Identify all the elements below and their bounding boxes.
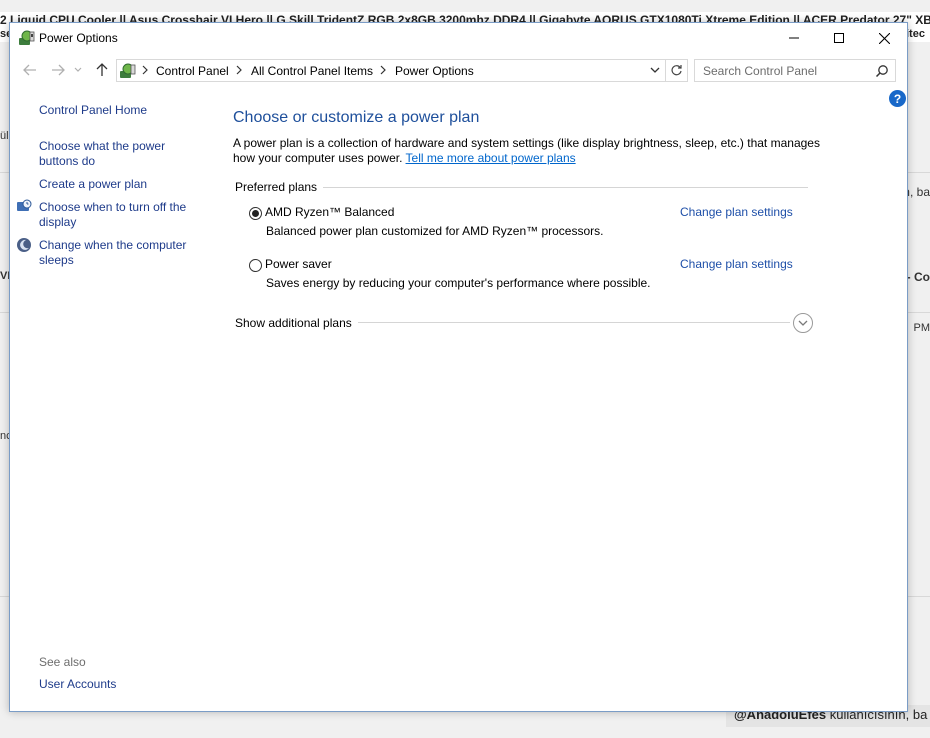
change-plan-settings-link[interactable]: Change plan settings: [680, 205, 793, 219]
title-bar[interactable]: Power Options: [10, 23, 907, 53]
chevron-down-icon: [798, 320, 808, 326]
breadcrumb-separator-icon: [236, 65, 242, 75]
navigation-bar: Control Panel All Control Panel Items Po…: [10, 56, 907, 86]
address-dropdown-icon[interactable]: [648, 63, 662, 77]
background-fragment: itec: [906, 28, 925, 40]
plan-description-balanced: Balanced power plan customized for AMD R…: [266, 224, 604, 238]
page-description: A power plan is a collection of hardware…: [233, 136, 833, 166]
address-bar[interactable]: Control Panel All Control Panel Items Po…: [116, 59, 688, 82]
breadcrumb-separator-icon: [380, 65, 386, 75]
plan-name-balanced[interactable]: AMD Ryzen™ Balanced: [265, 205, 394, 219]
additional-divider: [356, 322, 790, 323]
up-button[interactable]: [92, 60, 112, 80]
background-fragment: - Co: [906, 270, 930, 284]
forward-button[interactable]: [48, 60, 68, 80]
plan-radio-balanced[interactable]: [249, 207, 262, 220]
plan-description-power-saver: Saves energy by reducing your computer's…: [266, 276, 651, 290]
plan-radio-power-saver[interactable]: [249, 259, 262, 272]
recent-locations-button[interactable]: [72, 60, 84, 80]
back-button[interactable]: [20, 60, 40, 80]
background-fragment: ül: [0, 130, 9, 142]
background-fragment: PM: [913, 322, 930, 334]
turn-off-display-link[interactable]: Choose when to turn off the display: [39, 200, 199, 230]
create-power-plan-link[interactable]: Create a power plan: [39, 177, 147, 192]
plan-name-power-saver[interactable]: Power saver: [265, 257, 332, 271]
control-panel-home-link[interactable]: Control Panel Home: [39, 103, 147, 118]
learn-more-link[interactable]: Tell me more about power plans: [406, 151, 576, 165]
help-button[interactable]: ?: [889, 90, 906, 107]
expand-additional-plans-button[interactable]: [793, 313, 813, 333]
back-arrow-icon: [23, 64, 36, 76]
refresh-button[interactable]: [665, 60, 687, 81]
window-title: Power Options: [39, 31, 118, 45]
show-additional-plans-label[interactable]: Show additional plans: [235, 316, 358, 330]
power-options-icon: [19, 30, 35, 45]
breadcrumb-control-panel[interactable]: Control Panel: [156, 64, 229, 78]
control-panel-icon: [120, 63, 136, 78]
display-timer-icon: [17, 199, 32, 211]
minimize-button[interactable]: [771, 23, 817, 53]
close-icon: [878, 32, 890, 44]
sleep-moon-icon: [17, 238, 31, 252]
user-accounts-link[interactable]: User Accounts: [39, 677, 116, 692]
see-also-label: See also: [39, 655, 86, 669]
refresh-icon: [671, 65, 682, 76]
chevron-down-icon: [74, 67, 82, 72]
breadcrumb-separator-icon: [142, 65, 148, 75]
maximize-icon: [834, 33, 844, 43]
search-box[interactable]: [694, 59, 896, 82]
search-input[interactable]: [703, 63, 873, 79]
preferred-plans-label: Preferred plans: [235, 180, 324, 194]
maximize-button[interactable]: [816, 23, 862, 53]
breadcrumb-power-options[interactable]: Power Options: [395, 64, 474, 78]
forward-arrow-icon: [52, 64, 65, 76]
close-button[interactable]: [861, 23, 907, 53]
breadcrumb-all-items[interactable]: All Control Panel Items: [251, 64, 373, 78]
page-title: Choose or customize a power plan: [233, 109, 480, 126]
power-options-window: Power Options Control Panel All Control …: [9, 22, 908, 712]
minimize-icon: [789, 37, 799, 39]
preferred-divider: [310, 187, 808, 188]
search-icon[interactable]: [875, 64, 889, 78]
up-arrow-icon: [96, 63, 108, 76]
computer-sleeps-link[interactable]: Change when the computer sleeps: [39, 238, 199, 268]
power-buttons-link[interactable]: Choose what the power buttons do: [39, 139, 199, 169]
change-plan-settings-link[interactable]: Change plan settings: [680, 257, 793, 271]
